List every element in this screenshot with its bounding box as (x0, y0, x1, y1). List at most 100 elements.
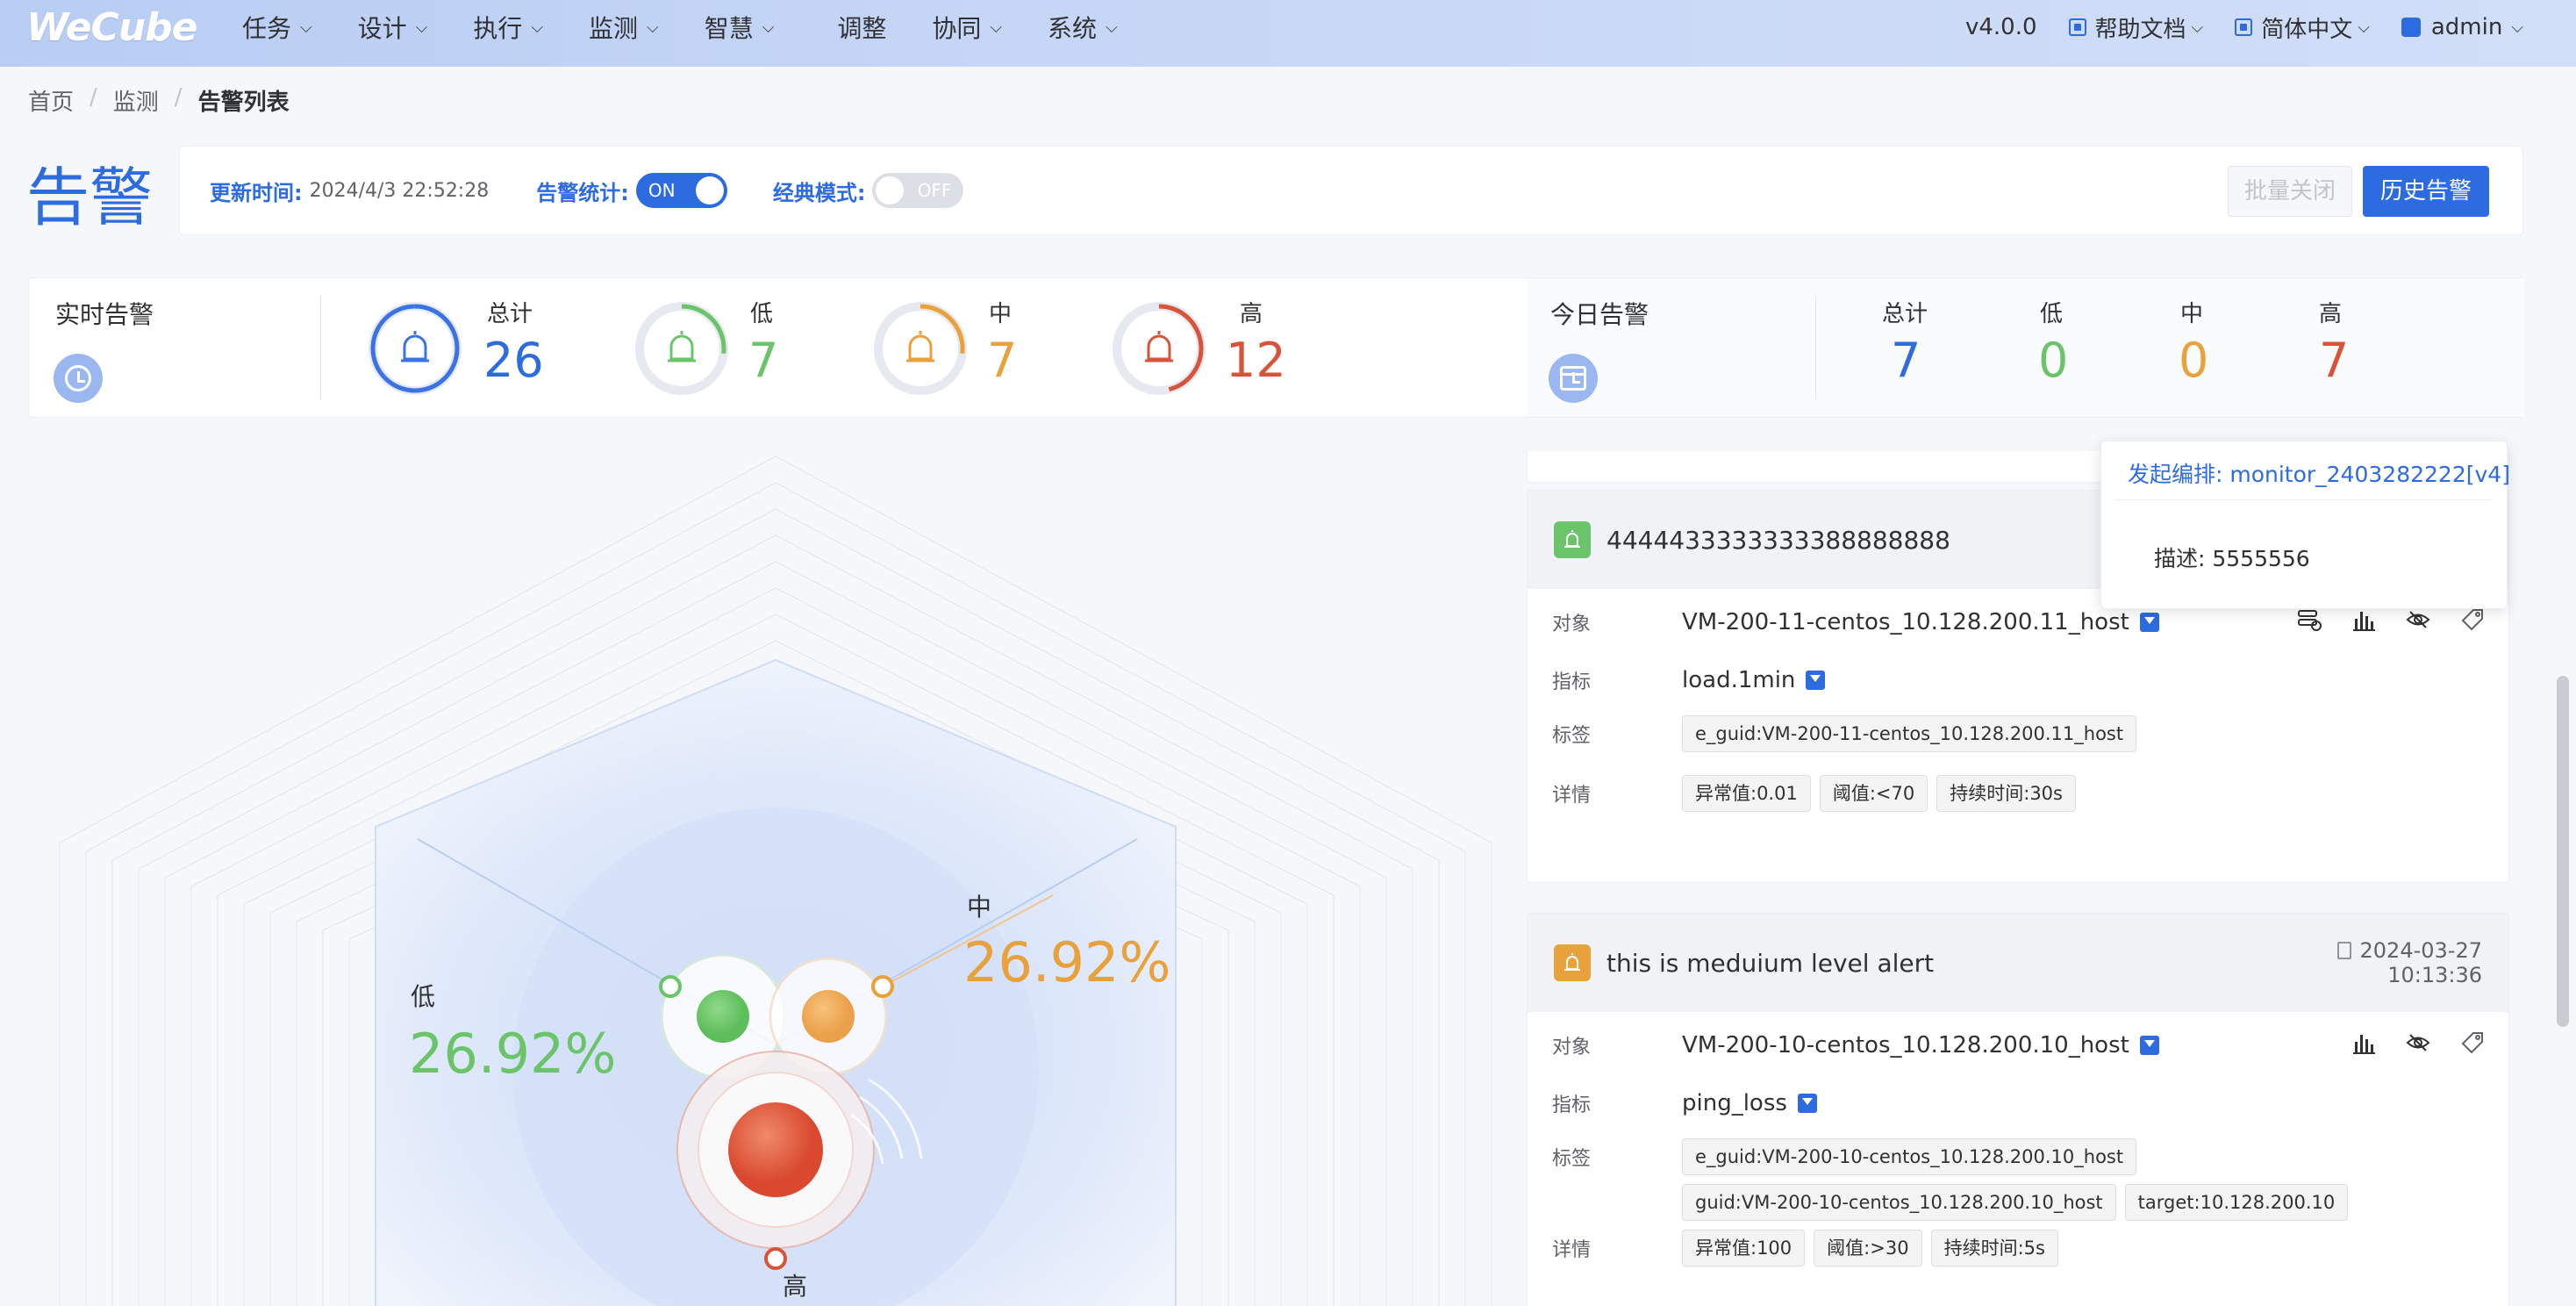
filter-icon[interactable] (2139, 613, 2159, 632)
doc-icon (2068, 18, 2086, 36)
nav-item-task[interactable]: 任务 ⌵ (242, 10, 312, 45)
alert-object-row: 对象 VM-200-10-centos_10.128.200.10_host (1552, 1031, 2159, 1059)
tag-icon[interactable] (2458, 1028, 2487, 1058)
low-ring (635, 302, 728, 395)
language-icon (2235, 18, 2253, 36)
today-low-value: 0 (2038, 333, 2069, 388)
chart-icon[interactable] (2349, 1028, 2379, 1058)
alert-card[interactable]: this is meduium level alert 2024-03-27 1… (1527, 913, 2509, 1306)
filter-icon[interactable] (1797, 1094, 1817, 1113)
radar-low-label: 低 (411, 982, 436, 1011)
alert-tags-row-2: guid:VM-200-10-centos_10.128.200.10_host… (1552, 1184, 2357, 1221)
hide-icon[interactable] (2403, 1028, 2433, 1058)
logo[interactable]: WeCube (26, 5, 198, 50)
nav-menu: 任务 ⌵ 设计 ⌵ 执行 ⌵ 监测 ⌵ 智慧 ⌵ 调整 协同 ⌵ 系统 ⌵ (242, 0, 1163, 54)
alert-title: 4444433333333388888888 (1606, 525, 1950, 555)
breadcrumb-separator: / (174, 84, 182, 111)
tag-chip: e_guid:VM-200-11-centos_10.128.200.11_ho… (1682, 715, 2137, 752)
chevron-down-icon: ⌵ (1106, 18, 1118, 37)
low-bubble (697, 990, 749, 1043)
detail-chip: 异常值:0.01 (1682, 775, 1811, 812)
chart-icon[interactable] (2349, 605, 2379, 635)
popover-description: 描述: 5555556 (2154, 546, 2310, 571)
user-menu[interactable]: admin ⌵ (2401, 14, 2523, 40)
user-label: admin (2430, 14, 2503, 40)
nav-item-execute[interactable]: 执行 ⌵ (473, 10, 543, 45)
detail-label: 详情 (1552, 1239, 1592, 1261)
nav-right: v4.0.0 帮助文档 ⌵ 简体中文 ⌵ admin ⌵ (1934, 0, 2523, 54)
scrollbar[interactable] (2557, 676, 2569, 1027)
realtime-mid-value: 7 (987, 333, 1018, 388)
top-nav: WeCube 任务 ⌵ 设计 ⌵ 执行 ⌵ 监测 ⌵ 智慧 ⌵ 调整 协同 ⌵ 系统 ⌵ v4… (0, 0, 2576, 67)
metric-value: load.1min (1682, 667, 1796, 693)
nav-item-collab[interactable]: 协同 ⌵ (932, 10, 1002, 45)
toggle-knob (876, 176, 905, 205)
breadcrumb-home[interactable]: 首页 (28, 84, 74, 117)
stats-toggle[interactable]: ON (635, 173, 727, 208)
nav-item-monitor[interactable]: 监测 ⌵ (589, 10, 659, 45)
nav-item-adjust[interactable]: 调整 (837, 10, 886, 45)
tag-chip: guid:VM-200-10-centos_10.128.200.10_host (1682, 1184, 2116, 1221)
clock-icon (54, 354, 103, 403)
nav-item-label: 任务 (242, 14, 292, 43)
alert-metric-row: 指标 load.1min (1552, 666, 1826, 694)
divider (1815, 296, 1816, 399)
tags-label: 标签 (1552, 725, 1592, 747)
help-docs-menu[interactable]: 帮助文档 ⌵ (2068, 11, 2204, 44)
user-icon (2401, 18, 2421, 37)
tag-chip: target:10.128.200.10 (2124, 1184, 2349, 1221)
radar-low-percent: 26.92% (409, 1022, 617, 1086)
alert-metric-row: 指标 ping_loss (1552, 1089, 1817, 1117)
update-time-label: 更新时间: (210, 180, 303, 205)
toggle-text: ON (648, 180, 676, 201)
alert-tags-row: 标签 e_guid:VM-200-11-centos_10.128.200.11… (1552, 715, 2145, 752)
classic-mode-toggle[interactable]: OFF (872, 173, 964, 208)
radar-high-label: 高 (783, 1272, 808, 1301)
realtime-alerts-title: 实时告警 (55, 300, 154, 329)
alert-actions (2270, 605, 2487, 635)
divider (2115, 499, 2493, 500)
alert-object-row: 对象 VM-200-11-centos_10.128.200.11_host (1552, 608, 2159, 636)
language-menu[interactable]: 简体中文 ⌵ (2235, 11, 2370, 44)
filter-icon[interactable] (1806, 671, 1826, 690)
nav-item-design[interactable]: 设计 ⌵ (358, 10, 428, 45)
high-ring (1113, 302, 1206, 395)
metric-value: ping_loss (1682, 1090, 1787, 1116)
chevron-down-icon: ⌵ (647, 18, 659, 37)
realtime-high-value: 12 (1226, 333, 1286, 388)
alert-radar (59, 456, 1492, 1306)
chevron-down-icon: ⌵ (531, 18, 544, 37)
hide-icon[interactable] (2403, 605, 2433, 635)
realtime-total-value: 26 (483, 333, 544, 388)
breadcrumb-monitor[interactable]: 监测 (113, 84, 159, 117)
orchestration-popover: 发起编排: monitor_2403282222[v4] 描述: 5555556 (2100, 441, 2510, 609)
tag-icon[interactable] (2458, 605, 2487, 635)
realtime-low-value: 7 (748, 333, 779, 388)
object-label: 对象 (1552, 1037, 1592, 1058)
orchestration-icon[interactable] (2294, 605, 2324, 635)
calendar-icon (1549, 354, 1598, 403)
batch-close-button[interactable]: 批量关闭 (2227, 166, 2352, 217)
nav-item-label: 执行 (473, 14, 523, 43)
history-alerts-button[interactable]: 历史告警 (2362, 166, 2489, 217)
alert-card-header: this is meduium level alert 2024-03-27 1… (1528, 914, 2508, 1012)
alert-clock-time: 10:13:36 (2387, 963, 2482, 987)
filter-icon[interactable] (2139, 1036, 2159, 1055)
nav-item-label: 设计 (357, 14, 407, 43)
chevron-down-icon: ⌵ (762, 18, 775, 37)
alert-actions (2324, 1028, 2487, 1058)
update-time-value: 2024/4/3 22:52:28 (309, 179, 490, 202)
realtime-mid-label: 中 (989, 301, 1013, 327)
nav-item-system[interactable]: 系统 ⌵ (1048, 10, 1118, 45)
detail-chip: 阈值:<70 (1819, 775, 1928, 812)
radar-mid-percent: 26.92% (963, 930, 1171, 994)
alarm-icon (1554, 521, 1591, 558)
chevron-down-icon: ⌵ (415, 18, 428, 37)
alert-time: 2024-03-27 10:13:36 (2336, 938, 2482, 987)
chevron-down-icon: ⌵ (990, 18, 1003, 37)
chevron-down-icon: ⌵ (2191, 18, 2204, 37)
toggle-text: OFF (917, 180, 952, 201)
popover-title[interactable]: 发起编排: monitor_2403282222[v4] (2128, 457, 2510, 489)
nav-item-wisdom[interactable]: 智慧 ⌵ (705, 10, 775, 45)
stats-toggle-label: 告警统计: (536, 180, 629, 205)
